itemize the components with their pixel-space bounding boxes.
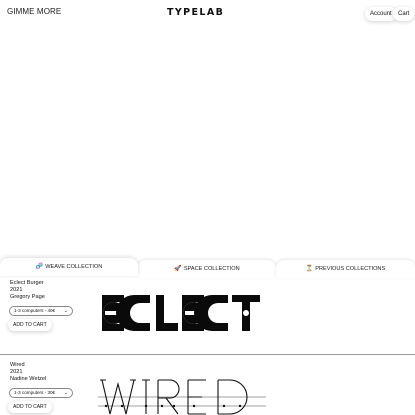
font-year: 2021 (10, 368, 23, 375)
chevron-down-icon: ⌄ (63, 390, 68, 396)
add-to-cart-button[interactable]: ADD TO CART (8, 401, 52, 413)
font-meta: Wired 2021 Nadine Wetzel (10, 362, 46, 382)
chevron-down-icon: ⌄ (63, 308, 68, 314)
hourglass-icon: ⏳ (305, 266, 314, 272)
account-button[interactable]: Account (365, 7, 397, 21)
tab-weave-collection[interactable]: 🧬 WEAVE COLLECTION (0, 258, 138, 276)
cart-button[interactable]: Cart (393, 7, 415, 21)
rocket-icon: 🚀 (174, 266, 182, 272)
font-name: Eclect Burger (10, 280, 44, 286)
font-row-wired: Wired 2021 Nadine Wetzel 1-3 computers -… (0, 355, 415, 415)
gimme-more-link[interactable]: GIMME MORE (7, 7, 61, 16)
license-select-value: 1-3 computers - 30€ (14, 390, 56, 395)
dna-icon: 🧬 (35, 264, 44, 270)
tab-previous-collections[interactable]: ⏳ PREVIOUS COLLECTIONS (276, 260, 415, 278)
font-designer: Gregory Page (10, 293, 45, 300)
font-designer: Nadine Wetzel (10, 375, 47, 382)
font-year: 2021 (10, 286, 23, 293)
font-preview-eclect (102, 295, 260, 331)
license-select-value: 1-3 computers - 40€ (14, 308, 56, 313)
site-header: GIMME MORE TYPELAB Account Cart (0, 0, 415, 28)
tab-label: PREVIOUS COLLECTIONS (315, 266, 386, 272)
font-preview-wired (98, 379, 266, 415)
tab-label: WEAVE COLLECTION (45, 264, 103, 270)
font-name: Wired (10, 362, 25, 368)
license-select[interactable]: 1-3 computers - 40€ ⌄ (9, 306, 73, 316)
typelab-logo[interactable]: TYPELAB (167, 7, 224, 18)
license-select[interactable]: 1-3 computers - 30€ ⌄ (9, 388, 73, 398)
tab-space-collection[interactable]: 🚀 SPACE COLLECTION (138, 260, 276, 278)
font-meta: Eclect Burger 2021 Gregory Page (10, 280, 45, 300)
font-row-eclect-burger: Eclect Burger 2021 Gregory Page 1-3 comp… (0, 273, 415, 354)
tab-label: SPACE COLLECTION (183, 266, 240, 272)
collection-tabs: 🧬 WEAVE COLLECTION 🚀 SPACE COLLECTION ⏳ … (0, 256, 415, 278)
add-to-cart-button[interactable]: ADD TO CART (8, 319, 52, 331)
